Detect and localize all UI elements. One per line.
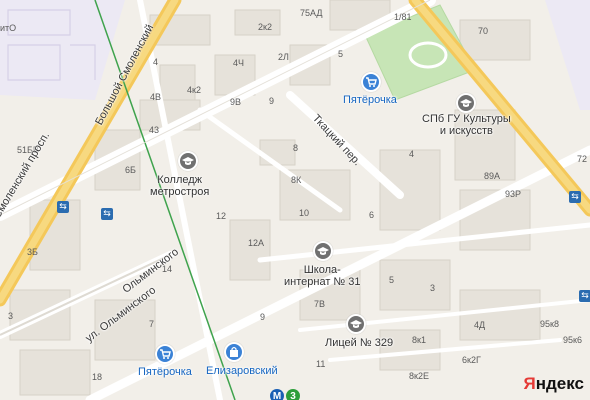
bus-stop-icon[interactable]: ⇆	[57, 201, 69, 213]
house-number: 72	[577, 154, 588, 164]
shopping-cart-icon[interactable]	[155, 344, 175, 364]
house-number: 8К	[291, 175, 302, 185]
house-number: 3	[430, 283, 436, 293]
house-number: 6Б	[125, 165, 136, 175]
poi-label-pyaterochka-2[interactable]: Пятёрочка	[138, 366, 192, 378]
house-number: 18	[92, 372, 103, 382]
bus-stop-icon[interactable]: ⇆	[579, 290, 590, 302]
house-number: 11	[316, 359, 326, 369]
metro-line-badge[interactable]: 3	[286, 389, 300, 400]
house-number: 89А	[484, 171, 501, 181]
house-number: 7	[149, 319, 155, 329]
house-number: 4В	[150, 92, 162, 102]
house-number: 8	[293, 143, 299, 153]
poi-label-line: интернат № 31	[284, 276, 361, 288]
house-number: 3	[8, 311, 14, 321]
house-number: 9В	[230, 97, 242, 107]
graduation-cap-icon[interactable]	[456, 93, 476, 113]
house-number: 1/81	[394, 12, 412, 22]
map-view[interactable]: 75АД 1/81 70 итО 2к2 2Л 5 4Ч 4 4к2 4В 9В…	[0, 0, 590, 400]
poi-label-spb-culture[interactable]: СПб ГУ Культуры и искусств	[422, 113, 511, 137]
house-number: 43	[149, 125, 160, 135]
house-number: итО	[0, 23, 17, 33]
poi-label-line: Школа-	[303, 264, 341, 276]
yandex-logo[interactable]: Яндекс	[524, 374, 584, 394]
house-number: 95к6	[563, 335, 582, 345]
poi-label-school[interactable]: Школа- интернат № 31	[284, 264, 361, 288]
house-number: 4	[153, 57, 159, 67]
house-number: 95к8	[540, 319, 559, 329]
house-number: 8к2Е	[409, 371, 429, 381]
poi-label-lyceum[interactable]: Лицей № 329	[325, 337, 393, 349]
poi-label-line: и искусств	[439, 125, 493, 137]
poi-label-college[interactable]: Колледж метростроя	[150, 174, 209, 198]
house-number: 10	[299, 208, 310, 218]
house-number: 4к2	[187, 85, 201, 95]
graduation-cap-icon[interactable]	[178, 151, 198, 171]
house-number: 6к2Г	[462, 355, 481, 365]
house-number: 4Ч	[233, 58, 245, 68]
house-number: 9	[260, 312, 266, 322]
metro-station-icon[interactable]: М	[270, 389, 284, 400]
house-number: 75АД	[300, 8, 323, 18]
house-number: 2Л	[278, 52, 289, 62]
poi-label-elizarovsky[interactable]: Елизаровский	[206, 365, 278, 377]
house-number: 6	[369, 210, 375, 220]
shopping-cart-icon[interactable]	[361, 72, 381, 92]
house-number: 3Б	[27, 247, 38, 257]
house-number: 93Р	[505, 189, 522, 199]
poi-label-line: Колледж	[157, 174, 203, 186]
poi-label-line: метростроя	[150, 186, 210, 198]
house-number: 7В	[314, 299, 326, 309]
house-number: 70	[478, 26, 489, 36]
house-number: 5	[338, 49, 344, 59]
bus-stop-icon[interactable]: ⇆	[569, 191, 581, 203]
house-number: 12А	[248, 238, 265, 248]
house-number: 4	[409, 149, 415, 159]
house-number: 4Д	[474, 320, 486, 330]
shopping-bag-icon[interactable]	[224, 342, 244, 362]
graduation-cap-icon[interactable]	[313, 241, 333, 261]
house-number: 8к1	[412, 335, 426, 345]
poi-label-pyaterochka[interactable]: Пятёрочка	[343, 94, 397, 106]
house-number: 2к2	[258, 22, 272, 32]
house-number: 5	[389, 275, 395, 285]
poi-label-line: СПб ГУ Культуры	[422, 113, 511, 125]
house-number: 9	[269, 96, 275, 106]
graduation-cap-icon[interactable]	[346, 314, 366, 334]
bus-stop-icon[interactable]: ⇆	[101, 208, 113, 220]
house-number: 12	[216, 211, 227, 221]
